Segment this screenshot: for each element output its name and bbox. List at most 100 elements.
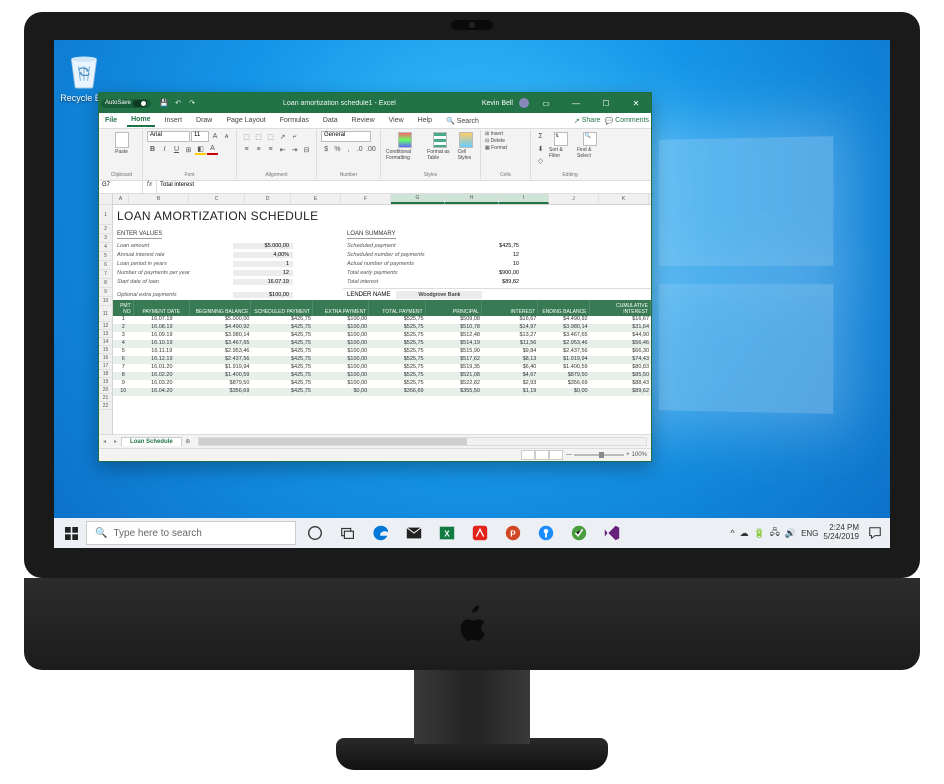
row-header-12[interactable]: 12 bbox=[99, 322, 112, 330]
share-button[interactable]: ↗ Share bbox=[574, 117, 601, 125]
autosave-toggle[interactable]: AutoSave bbox=[101, 99, 151, 108]
row-header-10[interactable]: 10 bbox=[99, 297, 112, 306]
font-selector[interactable]: Arial bbox=[147, 131, 190, 142]
increase-font-icon[interactable]: A bbox=[210, 131, 221, 142]
tab-formulas[interactable]: Formulas bbox=[276, 115, 313, 126]
col-header-D[interactable]: D bbox=[245, 194, 291, 204]
row-header-16[interactable]: 16 bbox=[99, 354, 112, 362]
zoom-level[interactable]: 100% bbox=[632, 452, 647, 458]
fx-icon[interactable]: fx bbox=[143, 181, 157, 193]
italic-button[interactable]: I bbox=[159, 144, 170, 155]
row-header-13[interactable]: 13 bbox=[99, 330, 112, 338]
col-header-K[interactable]: K bbox=[599, 194, 649, 204]
row-header-15[interactable]: 15 bbox=[99, 346, 112, 354]
col-header-G[interactable]: G bbox=[391, 194, 445, 204]
payment-row[interactable]: 816.02.20$1.400,59$425,75$100,00$525,75$… bbox=[113, 372, 651, 380]
sheet-nav-next[interactable]: ▸ bbox=[110, 438, 121, 445]
sheet-tab-loan-schedule[interactable]: Loan Schedule bbox=[121, 437, 182, 446]
redo-icon[interactable]: ↷ bbox=[187, 98, 197, 108]
row-header-21[interactable]: 21 bbox=[99, 394, 112, 402]
tab-draw[interactable]: Draw bbox=[192, 115, 216, 126]
start-date-value[interactable]: 16.07.19 bbox=[233, 279, 293, 285]
loan-amount-value[interactable]: $5.000,00 bbox=[233, 243, 293, 249]
decrease-font-icon[interactable]: ᴀ bbox=[221, 131, 232, 142]
payment-row[interactable]: 616.12.19$2.437,56$425,75$100,00$525,75$… bbox=[113, 356, 651, 364]
col-header-I[interactable]: I bbox=[499, 194, 549, 204]
page-layout-view-button[interactable] bbox=[535, 450, 549, 460]
number-format-selector[interactable]: General bbox=[321, 131, 371, 142]
tab-page-layout[interactable]: Page Layout bbox=[222, 115, 269, 126]
align-left-icon[interactable]: ≡ bbox=[241, 144, 252, 155]
zoom-out-button[interactable]: — bbox=[566, 452, 572, 458]
user-avatar[interactable] bbox=[519, 98, 529, 108]
fill-color-button[interactable]: ◧ bbox=[195, 144, 206, 155]
col-header-B[interactable]: B bbox=[129, 194, 189, 204]
row-header-17[interactable]: 17 bbox=[99, 362, 112, 370]
sketchup-icon[interactable] bbox=[465, 518, 495, 548]
tray-clock[interactable]: 2:24 PM 5/24/2019 bbox=[823, 524, 859, 542]
bold-button[interactable]: B bbox=[147, 144, 158, 155]
col-header-E[interactable]: E bbox=[291, 194, 341, 204]
percent-icon[interactable]: % bbox=[332, 144, 342, 155]
mail-icon[interactable] bbox=[399, 518, 429, 548]
comments-button[interactable]: 💬 Comments bbox=[604, 117, 649, 125]
font-size-selector[interactable]: 11 bbox=[191, 131, 209, 142]
autosave-switch[interactable] bbox=[133, 100, 147, 107]
tab-insert[interactable]: Insert bbox=[161, 115, 187, 126]
row-header-9[interactable]: 9 bbox=[99, 288, 112, 297]
powerpoint-icon[interactable]: P bbox=[498, 518, 528, 548]
row-header-14[interactable]: 14 bbox=[99, 338, 112, 346]
delete-cells-button[interactable]: ⊟ Delete bbox=[485, 138, 526, 144]
conditional-formatting-button[interactable]: Conditional Formatting bbox=[385, 131, 424, 162]
payment-row[interactable]: 316.09.19$3.980,14$425,75$100,00$525,75$… bbox=[113, 332, 651, 340]
tray-onedrive-icon[interactable]: ☁ bbox=[740, 528, 749, 539]
tab-data[interactable]: Data bbox=[319, 115, 342, 126]
row-header-7[interactable]: 7 bbox=[99, 270, 112, 279]
excel-titlebar[interactable]: AutoSave 💾 ↶ ↷ Loan amortization schedul… bbox=[99, 93, 651, 113]
increase-indent-icon[interactable]: ⇥ bbox=[289, 144, 300, 155]
autosum-icon[interactable]: Σ bbox=[535, 131, 546, 142]
row-header-8[interactable]: 8 bbox=[99, 279, 112, 288]
horizontal-scrollbar[interactable] bbox=[198, 437, 647, 446]
extra-payment-value[interactable]: $100,00 bbox=[233, 292, 293, 298]
payment-row[interactable]: 116.07.19$5.000,00$425,75$100,00$525,75$… bbox=[113, 316, 651, 324]
maximize-button[interactable]: ☐ bbox=[593, 93, 619, 113]
excel-taskbar-icon[interactable]: X bbox=[432, 518, 462, 548]
app-green-icon[interactable] bbox=[564, 518, 594, 548]
tray-battery-icon[interactable]: 🔋 bbox=[754, 528, 765, 539]
align-center-icon[interactable]: ≡ bbox=[253, 144, 264, 155]
paste-button[interactable]: Paste bbox=[105, 131, 138, 156]
col-header-F[interactable]: F bbox=[341, 194, 391, 204]
underline-button[interactable]: U bbox=[171, 144, 182, 155]
loan-period-value[interactable]: 1 bbox=[233, 261, 293, 267]
sheet-nav-prev[interactable]: ◂ bbox=[99, 438, 110, 445]
col-header-H[interactable]: H bbox=[445, 194, 499, 204]
row-header-1[interactable]: 1 bbox=[99, 205, 112, 225]
user-name[interactable]: Kevin Bell bbox=[482, 100, 513, 107]
normal-view-button[interactable] bbox=[521, 450, 535, 460]
payments-per-year-value[interactable]: 12 bbox=[233, 270, 293, 276]
tab-file[interactable]: File bbox=[101, 115, 121, 126]
borders-button[interactable]: ⊞ bbox=[183, 144, 194, 155]
align-right-icon[interactable]: ≡ bbox=[265, 144, 276, 155]
tray-network-icon[interactable]: 🖧 bbox=[770, 525, 780, 541]
ribbon-display-options[interactable]: ▭ bbox=[533, 93, 559, 113]
tab-help[interactable]: Help bbox=[414, 115, 436, 126]
row-header-2[interactable]: 2 bbox=[99, 225, 112, 234]
comma-icon[interactable]: , bbox=[343, 144, 353, 155]
zoom-in-button[interactable]: + bbox=[626, 452, 630, 458]
task-view-icon[interactable] bbox=[333, 518, 363, 548]
interest-rate-value[interactable]: 4,00% bbox=[233, 252, 293, 258]
row-header-5[interactable]: 5 bbox=[99, 252, 112, 261]
format-as-table-button[interactable]: Format as Table bbox=[426, 131, 454, 162]
sort-filter-button[interactable]: ⇅Sort & Filter bbox=[548, 131, 574, 166]
currency-icon[interactable]: $ bbox=[321, 144, 331, 155]
orientation-icon[interactable]: ↗ bbox=[277, 131, 288, 142]
align-top-icon[interactable]: ⬚ bbox=[241, 131, 252, 142]
cortana-icon[interactable] bbox=[300, 518, 330, 548]
align-middle-icon[interactable]: ⬚ bbox=[253, 131, 264, 142]
row-header-4[interactable]: 4 bbox=[99, 243, 112, 252]
payment-row[interactable]: 716.01.20$1.919,94$425,75$100,00$525,75$… bbox=[113, 364, 651, 372]
name-box[interactable]: G7 bbox=[99, 181, 143, 193]
tray-chevron-up-icon[interactable]: ^ bbox=[730, 528, 734, 538]
